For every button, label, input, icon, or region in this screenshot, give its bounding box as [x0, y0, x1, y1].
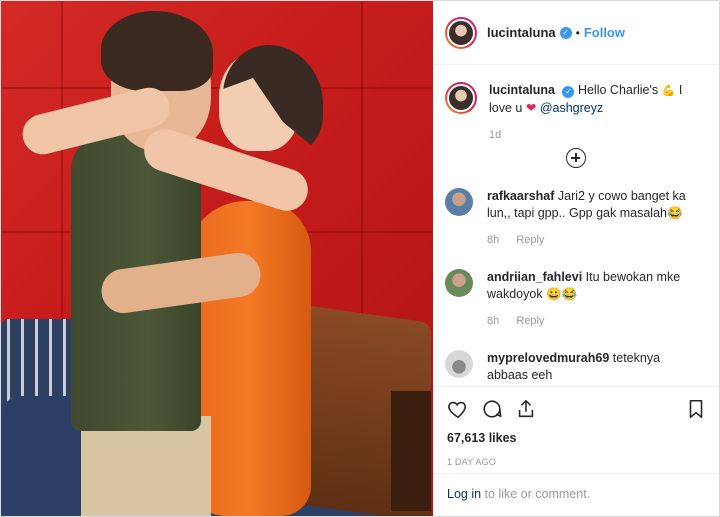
- flex-emoji-icon: 💪: [661, 85, 676, 97]
- comments-section[interactable]: lucintaluna ✓ Hello Charlie's 💪 I love u…: [433, 66, 719, 386]
- wall-seam: [361, 1, 363, 331]
- follow-button[interactable]: Follow: [584, 25, 625, 40]
- comment-meta: 8h Reply: [487, 232, 697, 249]
- header-username[interactable]: lucintaluna: [487, 25, 556, 40]
- wall-seam: [1, 87, 433, 89]
- heart-icon[interactable]: [447, 398, 469, 420]
- caption-username[interactable]: lucintaluna: [489, 83, 555, 97]
- heart-emoji-icon: ❤: [525, 101, 537, 115]
- comment-avatar[interactable]: [445, 269, 473, 297]
- comment-icon[interactable]: [481, 398, 503, 420]
- comment-username[interactable]: myprelovedmurah69: [487, 351, 609, 365]
- separator-dot: •: [575, 25, 580, 40]
- khaki-pants: [81, 416, 211, 516]
- post-header: lucintaluna ✓ • Follow: [433, 1, 719, 65]
- comment-avatar[interactable]: [445, 188, 473, 216]
- mention-link[interactable]: @ashgreyz: [540, 101, 603, 115]
- caption-avatar[interactable]: [445, 82, 477, 114]
- verified-badge-icon: ✓: [562, 86, 575, 98]
- wall-seam: [61, 1, 63, 331]
- man-hair: [101, 11, 213, 91]
- caption-time[interactable]: 1d: [489, 127, 689, 144]
- action-icons: [447, 397, 707, 421]
- comment-username[interactable]: andriian_fahlevi: [487, 270, 582, 284]
- post-actions: 67,613 likes 1 DAY AGO: [433, 386, 719, 467]
- wooden-base: [391, 391, 431, 511]
- comment-username[interactable]: rafkaarshaf: [487, 189, 554, 203]
- comment-time[interactable]: 8h: [487, 315, 499, 327]
- share-icon[interactable]: [515, 398, 537, 420]
- comment-meta: 8h Reply: [487, 313, 697, 330]
- load-more-comments[interactable]: [445, 148, 707, 168]
- profile-avatar[interactable]: [445, 16, 477, 49]
- comment-body: myprelovedmurah69 teteknya abbaas eeh: [487, 350, 697, 384]
- caption: lucintaluna ✓ Hello Charlie's 💪 I love u…: [445, 82, 707, 144]
- comment-item: rafkaarshaf Jari2 y cowo banget ka lun,,…: [445, 188, 707, 249]
- comment-time[interactable]: 8h: [487, 234, 499, 246]
- comment-body: andriian_fahlevi Itu bewokan mke wakdoyo…: [487, 269, 697, 330]
- caption-text: lucintaluna ✓ Hello Charlie's 💪 I love u…: [489, 82, 689, 144]
- avatar-image: [447, 18, 475, 47]
- post-sidebar: lucintaluna ✓ • Follow lucintaluna ✓ Hel…: [433, 1, 719, 516]
- reply-button[interactable]: Reply: [516, 315, 544, 327]
- comment-body: rafkaarshaf Jari2 y cowo banget ka lun,,…: [487, 188, 697, 249]
- post-timestamp[interactable]: 1 DAY AGO: [447, 457, 707, 467]
- post-photo[interactable]: [1, 1, 433, 516]
- avatar-image: [447, 84, 475, 112]
- reply-button[interactable]: Reply: [516, 234, 544, 246]
- comment-avatar[interactable]: [445, 350, 473, 378]
- plus-circle-icon[interactable]: [566, 148, 586, 168]
- login-link[interactable]: Log in: [447, 487, 481, 501]
- caption-body-1: Hello Charlie's: [577, 83, 659, 97]
- bookmark-icon[interactable]: [685, 398, 707, 420]
- comment-item: myprelovedmurah69 teteknya abbaas eeh: [445, 350, 707, 384]
- login-prompt: Log in to like or comment.: [433, 473, 719, 516]
- verified-badge-icon: ✓: [559, 26, 572, 39]
- instagram-post: lucintaluna ✓ • Follow lucintaluna ✓ Hel…: [0, 0, 720, 517]
- login-text: to like or comment.: [484, 487, 591, 501]
- comment-item: andriian_fahlevi Itu bewokan mke wakdoyo…: [445, 269, 707, 330]
- like-count[interactable]: 67,613 likes: [447, 431, 707, 445]
